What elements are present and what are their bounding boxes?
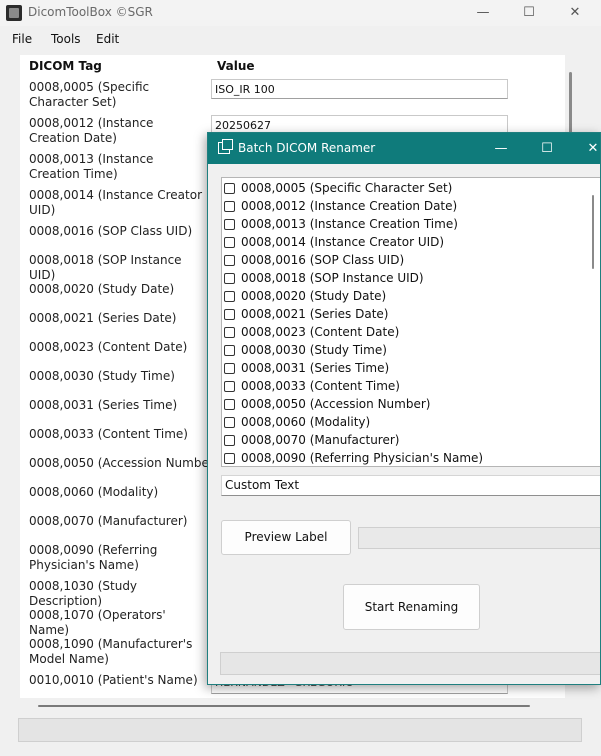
- tag-label: 0008,0018 (SOP Instance UID): [29, 253, 182, 282]
- menu-file[interactable]: File: [12, 32, 32, 46]
- list-item-label: 0008,0030 (Study Time): [241, 343, 387, 357]
- list-item[interactable]: 0008,0016 (SOP Class UID): [224, 251, 404, 269]
- tag-label: 0008,0090 (Referring Physician's Name): [29, 543, 158, 572]
- list-item-label: 0008,0012 (Instance Creation Date): [241, 199, 458, 213]
- list-item[interactable]: 0008,0021 (Series Date): [224, 305, 388, 323]
- checkbox[interactable]: [224, 380, 235, 392]
- tag-label: 0008,0030 (Study Time): [29, 369, 175, 383]
- tag-label: 0008,0023 (Content Date): [29, 340, 188, 354]
- list-item-label: 0008,0014 (Instance Creator UID): [241, 235, 445, 249]
- checkbox[interactable]: [224, 200, 235, 212]
- start-renaming-button[interactable]: Start Renaming: [343, 584, 480, 630]
- tag-label: 0008,0012 (Instance Creation Date): [29, 116, 154, 145]
- checkbox[interactable]: [224, 362, 235, 374]
- list-item-label: 0008,0050 (Accession Number): [241, 397, 431, 411]
- list-item-label: 0008,0060 (Modality): [241, 415, 371, 429]
- tag-label: 0010,0010 (Patient's Name): [29, 673, 198, 687]
- list-item-label: 0008,0020 (Study Date): [241, 289, 387, 303]
- dialog-window-icon: [218, 139, 233, 154]
- checkbox[interactable]: [224, 344, 235, 356]
- checkbox[interactable]: [224, 452, 235, 464]
- list-item-label: 0008,0031 (Series Time): [241, 361, 390, 375]
- list-item[interactable]: 0008,0033 (Content Time): [224, 377, 400, 395]
- list-item-label: 0008,0070 (Manufacturer): [241, 433, 400, 447]
- tag-label: 0008,0031 (Series Time): [29, 398, 178, 412]
- tag-label: 0008,1070 (Operators' Name): [29, 608, 166, 637]
- tag-label: 0008,0014 (Instance Creator UID): [29, 188, 203, 217]
- close-button[interactable]: ✕: [552, 0, 598, 26]
- checkbox[interactable]: [224, 218, 235, 230]
- menu-edit[interactable]: Edit: [96, 32, 119, 46]
- list-item[interactable]: 0008,0090 (Referring Physician's Name): [224, 449, 484, 466]
- list-item-label: 0008,0033 (Content Time): [241, 379, 400, 393]
- tag-value-field[interactable]: ISO_IR 100: [211, 79, 508, 99]
- maximize-button[interactable]: ☐: [506, 0, 552, 26]
- tag-label: 0008,0050 (Accession Number): [29, 456, 219, 470]
- checkbox[interactable]: [224, 254, 235, 266]
- list-item[interactable]: 0008,0023 (Content Date): [224, 323, 399, 341]
- list-item[interactable]: 0008,0031 (Series Time): [224, 359, 389, 377]
- tag-label: 0008,0016 (SOP Class UID): [29, 224, 193, 238]
- checkbox[interactable]: [224, 398, 235, 410]
- checklist-scrollbar[interactable]: [592, 195, 594, 269]
- window-title: DicomToolBox ©SGR: [28, 5, 153, 19]
- list-item[interactable]: 0008,0012 (Instance Creation Date): [224, 197, 457, 215]
- tag-label: 0008,0070 (Manufacturer): [29, 514, 188, 528]
- tag-label: 0008,1030 (Study Description): [29, 579, 138, 608]
- list-item-label: 0008,0005 (Specific Character Set): [241, 181, 453, 195]
- list-item-label: 0008,0021 (Series Date): [241, 307, 389, 321]
- checkbox[interactable]: [224, 236, 235, 248]
- list-item-label: 0008,0018 (SOP Instance UID): [241, 271, 424, 285]
- list-item[interactable]: 0008,0030 (Study Time): [224, 341, 387, 359]
- app-icon: [6, 5, 22, 21]
- dialog-close-button[interactable]: ✕: [570, 133, 600, 164]
- checkbox[interactable]: [224, 290, 235, 302]
- list-item-label: 0008,0013 (Instance Creation Time): [241, 217, 458, 231]
- dialog-title: Batch DICOM Renamer: [238, 141, 376, 155]
- list-item[interactable]: 0008,0013 (Instance Creation Time): [224, 215, 458, 233]
- checkbox[interactable]: [224, 326, 235, 338]
- tag-checklist[interactable]: 0008,0005 (Specific Character Set) 0008,…: [221, 177, 600, 467]
- tag-label: 0008,0060 (Modality): [29, 485, 159, 499]
- list-item[interactable]: 0008,0005 (Specific Character Set): [224, 179, 452, 197]
- checkbox[interactable]: [224, 416, 235, 428]
- menu-bar: [0, 28, 601, 52]
- header-value: Value: [217, 59, 255, 73]
- checkbox[interactable]: [224, 272, 235, 284]
- list-item-label: 0008,0090 (Referring Physician's Name): [241, 451, 484, 465]
- main-horizontal-scrollbar[interactable]: [38, 705, 530, 707]
- tag-label: 0008,0013 (Instance Creation Time): [29, 152, 154, 181]
- preview-label-button[interactable]: Preview Label: [221, 520, 351, 555]
- list-item-label: 0008,0016 (SOP Class UID): [241, 253, 405, 267]
- list-item[interactable]: 0008,0070 (Manufacturer): [224, 431, 399, 449]
- menu-tools[interactable]: Tools: [51, 32, 81, 46]
- tag-label: 0008,0021 (Series Date): [29, 311, 177, 325]
- checkbox[interactable]: [224, 308, 235, 320]
- progress-bar: [220, 652, 600, 675]
- tag-label: 0008,0005 (Specific Character Set): [29, 80, 150, 109]
- dialog-maximize-button[interactable]: ☐: [524, 133, 570, 164]
- tag-label: 0008,1090 (Manufacturer's Model Name): [29, 637, 193, 666]
- checkbox[interactable]: [224, 182, 235, 194]
- list-item-label: 0008,0023 (Content Date): [241, 325, 400, 339]
- preview-output-field: [358, 527, 600, 549]
- minimize-button[interactable]: —: [460, 0, 506, 26]
- list-item[interactable]: 0008,0060 (Modality): [224, 413, 370, 431]
- tag-label: 0008,0020 (Study Date): [29, 282, 175, 296]
- batch-renamer-dialog: Batch DICOM Renamer — ☐ ✕ 0008,0005 (Spe…: [207, 132, 601, 685]
- dialog-minimize-button[interactable]: —: [478, 133, 524, 164]
- header-dicom-tag: DICOM Tag: [29, 59, 102, 73]
- tag-label: 0008,0033 (Content Time): [29, 427, 188, 441]
- list-item[interactable]: 0008,0014 (Instance Creator UID): [224, 233, 444, 251]
- list-item[interactable]: 0008,0020 (Study Date): [224, 287, 386, 305]
- main-status-bar: [18, 718, 582, 742]
- checkbox[interactable]: [224, 434, 235, 446]
- list-item[interactable]: 0008,0018 (SOP Instance UID): [224, 269, 424, 287]
- custom-text-input[interactable]: Custom Text: [221, 475, 600, 496]
- list-item[interactable]: 0008,0050 (Accession Number): [224, 395, 430, 413]
